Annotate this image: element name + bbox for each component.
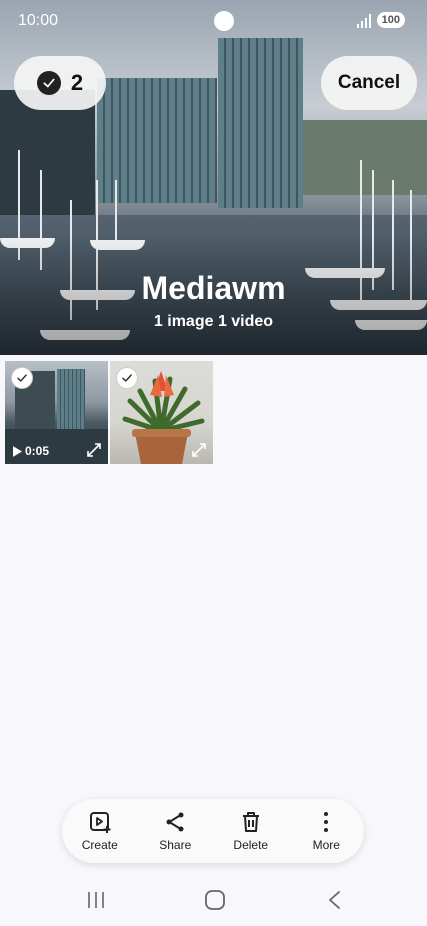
- create-button[interactable]: Create: [70, 810, 130, 852]
- share-button[interactable]: Share: [145, 810, 205, 852]
- system-navigation-bar: [0, 880, 427, 920]
- video-duration: 0:05: [13, 444, 49, 458]
- expand-icon[interactable]: [191, 442, 207, 458]
- status-bar: 10:00 100: [18, 10, 405, 32]
- image-thumbnail[interactable]: [110, 361, 213, 464]
- expand-icon[interactable]: [86, 442, 102, 458]
- camera-cutout: [214, 11, 234, 31]
- more-icon: [324, 812, 329, 832]
- delete-button[interactable]: Delete: [221, 810, 281, 852]
- share-icon: [166, 812, 184, 832]
- back-icon: [329, 891, 340, 909]
- signal-icon: [357, 14, 371, 28]
- home-icon: [205, 890, 225, 910]
- back-button[interactable]: [315, 888, 355, 912]
- delete-icon: [242, 812, 259, 832]
- selected-count: 2: [70, 70, 84, 95]
- selected-check-icon[interactable]: [116, 367, 138, 389]
- home-button[interactable]: [195, 888, 235, 912]
- select-all-check-icon: [36, 71, 61, 95]
- battery-icon: 100: [376, 12, 405, 28]
- more-button[interactable]: More: [296, 810, 356, 852]
- video-thumbnail[interactable]: 0:05: [5, 361, 108, 464]
- more-label: More: [312, 838, 340, 852]
- selection-count-toggle[interactable]: 2: [14, 56, 106, 110]
- recents-button[interactable]: [76, 888, 116, 912]
- create-icon: [89, 812, 111, 833]
- delete-label: Delete: [233, 838, 269, 852]
- album-title: Mediawm: [141, 270, 286, 306]
- video-duration-text: 0:05: [25, 444, 50, 458]
- selected-check-icon[interactable]: [11, 367, 33, 389]
- status-time: 10:00: [18, 12, 59, 29]
- recents-icon: [88, 892, 104, 908]
- play-icon: [13, 445, 22, 457]
- cancel-button[interactable]: Cancel: [321, 56, 417, 110]
- album-subtitle: 1 image 1 video: [153, 313, 274, 330]
- bottom-action-bar: Create Share Delete More: [62, 799, 364, 863]
- create-label: Create: [81, 838, 118, 852]
- share-label: Share: [159, 838, 192, 852]
